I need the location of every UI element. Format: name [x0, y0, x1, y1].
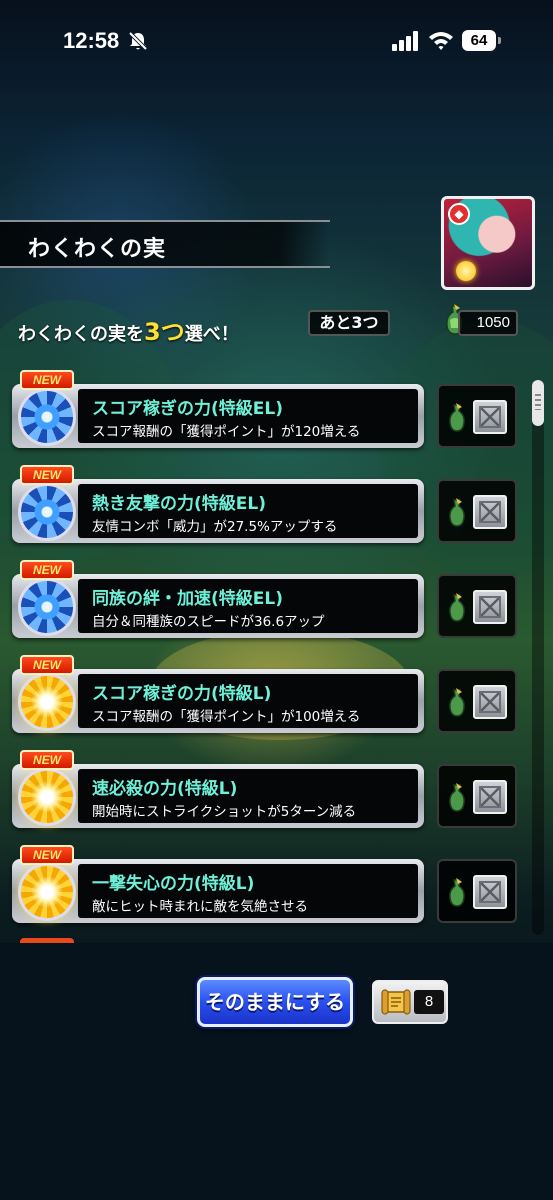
- select-checkbox[interactable]: [473, 780, 507, 814]
- fruit-name: スコア稼ぎの力(特級EL): [92, 399, 283, 419]
- blue-orb-icon: [18, 388, 76, 446]
- fruit-bottle-icon: [449, 783, 465, 812]
- scroll-ticket-icon: [381, 989, 411, 1015]
- fruit-name: 同族の絆・加速(特級EL): [92, 589, 283, 609]
- keep-as-is-button[interactable]: そのままにする: [197, 977, 353, 1027]
- fruit-row[interactable]: 一撃失心の力(特級L) 敵にヒット時まれに敵を気絶させる NEW: [0, 843, 553, 933]
- fruit-row[interactable]: スコア稼ぎの力(特級EL) スコア報酬の「獲得ポイント」が120増える NEW: [0, 368, 553, 458]
- fruit-name: 熱き友撃の力(特級EL): [92, 494, 266, 514]
- blue-orb-icon: [18, 578, 76, 636]
- new-badge: NEW: [20, 845, 74, 865]
- fruit-card[interactable]: 熱き友撃の力(特級EL) 友情コンボ「威力」が27.5%アップする: [12, 479, 424, 543]
- clock: 12:58: [63, 28, 120, 53]
- star-icon: [456, 261, 476, 281]
- fruit-name: 速必殺の力(特級L): [92, 779, 238, 799]
- instruction-prefix: わくわくの実を: [18, 324, 144, 345]
- gold-orb-icon: [18, 768, 76, 826]
- cellular-signal-icon: [392, 31, 418, 51]
- character-avatar[interactable]: ◆: [441, 196, 535, 290]
- fruit-row[interactable]: 速必殺の力(特級L) 開始時にストライクショットが5ターン減る NEW: [0, 748, 553, 838]
- fruit-bottle-icon: [449, 878, 465, 907]
- wifi-icon: [429, 32, 453, 50]
- fruit-info: 一撃失心の力(特級L) 敵にヒット時まれに敵を気絶させる: [78, 864, 418, 918]
- list-scrollbar[interactable]: [532, 380, 544, 935]
- battery-tip: [498, 37, 501, 44]
- fruit-description: 自分＆同種族のスピードが36.6アップ: [92, 614, 325, 630]
- fruit-description: 開始時にストライクショットが5ターン減る: [92, 804, 357, 820]
- select-checkbox[interactable]: [473, 495, 507, 529]
- fruit-bottle-icon: [449, 593, 465, 622]
- fruit-row[interactable]: 同族の絆・加速(特級EL) 自分＆同種族のスピードが36.6アップ NEW: [0, 558, 553, 648]
- instruction-text: わくわくの実を3つ選べ！: [18, 312, 239, 347]
- fruit-list[interactable]: スコア稼ぎの力(特級EL) スコア報酬の「獲得ポイント」が120増える NEW …: [0, 368, 553, 943]
- battery-level: 64: [462, 30, 496, 51]
- fruit-info: 速必殺の力(特級L) 開始時にストライクショットが5ターン減る: [78, 769, 418, 823]
- ticket-count: 8: [414, 990, 444, 1014]
- title-banner: わくわくの実: [0, 220, 330, 268]
- reroll-ticket[interactable]: 8: [372, 980, 448, 1024]
- select-checkbox[interactable]: [473, 400, 507, 434]
- fruit-row[interactable]: 熱き友撃の力(特級EL) 友情コンボ「威力」が27.5%アップする NEW: [0, 463, 553, 553]
- fruit-name: 一撃失心の力(特級L): [92, 874, 255, 894]
- new-badge: NEW: [20, 655, 74, 675]
- fruit-select[interactable]: [437, 669, 517, 733]
- fruit-bottle-icon: [449, 403, 465, 432]
- fruit-description: スコア報酬の「獲得ポイント」が120増える: [92, 424, 361, 440]
- fruit-select[interactable]: [437, 479, 517, 543]
- fruit-info: スコア稼ぎの力(特級L) スコア報酬の「獲得ポイント」が100増える: [78, 674, 418, 728]
- fruit-row[interactable]: スコア稼ぎの力(特級L) スコア報酬の「獲得ポイント」が100増える NEW: [0, 653, 553, 743]
- fruit-info: 熱き友撃の力(特級EL) 友情コンボ「威力」が27.5%アップする: [78, 484, 418, 538]
- gold-orb-icon: [18, 863, 76, 921]
- fruit-name: スコア稼ぎの力(特級L): [92, 684, 272, 704]
- element-badge-icon: ◆: [448, 203, 470, 225]
- fruit-card[interactable]: 同族の絆・加速(特級EL) 自分＆同種族のスピードが36.6アップ: [12, 574, 424, 638]
- fruit-info: スコア稼ぎの力(特級EL) スコア報酬の「獲得ポイント」が120増える: [78, 389, 418, 443]
- new-badge: NEW: [20, 370, 74, 390]
- fruit-info: 同族の絆・加速(特級EL) 自分＆同種族のスピードが36.6アップ: [78, 579, 418, 633]
- new-badge: NEW: [20, 560, 74, 580]
- blue-orb-icon: [18, 483, 76, 541]
- fruit-card[interactable]: 速必殺の力(特級L) 開始時にストライクショットが5ターン減る: [12, 764, 424, 828]
- scroll-thumb[interactable]: [532, 380, 544, 426]
- status-bar: 12:58 64: [0, 0, 553, 80]
- fruit-bottle-icon: [449, 498, 465, 527]
- instruction-suffix: 選べ！: [184, 324, 239, 345]
- fruit-card[interactable]: スコア稼ぎの力(特級EL) スコア報酬の「獲得ポイント」が120増える: [12, 384, 424, 448]
- select-checkbox[interactable]: [473, 590, 507, 624]
- remaining-count: あと3つ: [308, 310, 390, 336]
- fruit-card[interactable]: 一撃失心の力(特級L) 敵にヒット時まれに敵を気絶させる: [12, 859, 424, 923]
- fruit-select[interactable]: [437, 574, 517, 638]
- select-checkbox[interactable]: [473, 875, 507, 909]
- page-title: わくわくの実: [28, 237, 167, 262]
- points-value: 1050: [458, 310, 518, 336]
- fruit-description: 敵にヒット時まれに敵を気絶させる: [92, 899, 308, 915]
- instruction-count: 3つ: [144, 318, 185, 346]
- select-checkbox[interactable]: [473, 685, 507, 719]
- fruit-select[interactable]: [437, 384, 517, 448]
- fruit-bottle-icon: [449, 688, 465, 717]
- fruit-card[interactable]: スコア稼ぎの力(特級L) スコア報酬の「獲得ポイント」が100増える: [12, 669, 424, 733]
- fruit-description: スコア報酬の「獲得ポイント」が100増える: [92, 709, 361, 725]
- bell-muted-icon: [128, 31, 148, 51]
- new-badge: NEW: [20, 750, 74, 770]
- fruit-select[interactable]: [437, 859, 517, 923]
- new-badge: NEW: [20, 465, 74, 485]
- battery-icon: 64: [462, 30, 502, 51]
- fruit-select[interactable]: [437, 764, 517, 828]
- gold-orb-icon: [18, 673, 76, 731]
- fruit-description: 友情コンボ「威力」が27.5%アップする: [92, 519, 338, 535]
